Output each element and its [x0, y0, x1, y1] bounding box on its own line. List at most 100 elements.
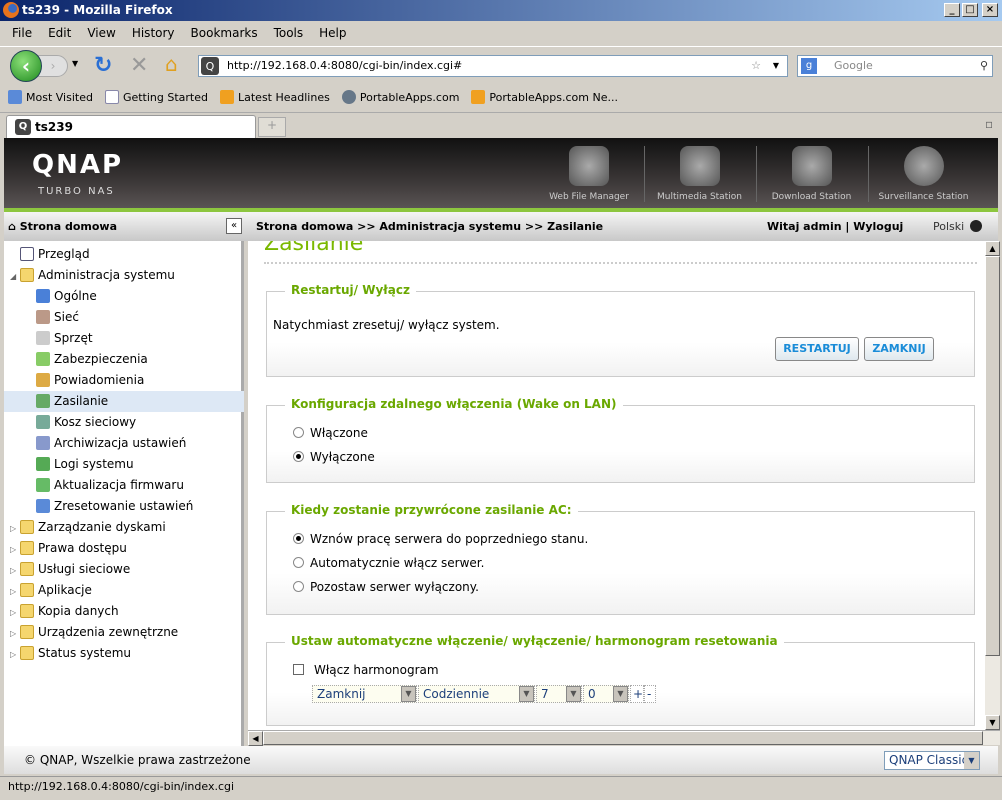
sidebar-item[interactable]: Logi systemu — [4, 454, 244, 475]
scrollbar-thumb[interactable] — [985, 256, 1000, 656]
sidebar-item[interactable]: ▷ Aplikacje — [4, 580, 244, 601]
enable-schedule-checkbox[interactable]: Włącz harmonogram — [293, 663, 439, 677]
shutdown-button[interactable]: ZAMKNIJ — [864, 337, 934, 361]
radio-button[interactable] — [293, 581, 304, 592]
sidebar-item-label: Sprzęt — [54, 331, 93, 345]
bookmark-star-icon[interactable]: ☆ — [751, 56, 761, 76]
collapsed-arrow-icon[interactable]: ▷ — [10, 602, 20, 623]
folder-icon — [20, 604, 34, 618]
language-selector[interactable]: Polski — [933, 212, 983, 241]
sidebar-item[interactable]: Kosz sieciowy — [4, 412, 244, 433]
tab-ts239[interactable]: Q ts239 — [6, 115, 256, 139]
sidebar-item[interactable]: Zasilanie — [4, 391, 244, 412]
sidebar-item[interactable]: ◢ Administracja systemu — [4, 265, 244, 286]
breadcrumb: Strona domowa >> Administracja systemu >… — [256, 220, 604, 233]
checkbox[interactable] — [293, 664, 304, 675]
google-icon[interactable]: g — [801, 58, 817, 74]
bookmark-latest-headlines[interactable]: Latest Headlines — [220, 86, 330, 110]
sidebar-item[interactable]: Sprzęt — [4, 328, 244, 349]
remove-schedule-button[interactable]: - — [644, 685, 656, 703]
sidebar-item[interactable]: ▷ Usługi sieciowe — [4, 559, 244, 580]
multimedia-station-link[interactable]: Multimedia Station — [644, 146, 754, 202]
menu-help[interactable]: Help — [311, 22, 354, 44]
radio-button[interactable] — [293, 533, 304, 544]
collapsed-arrow-icon[interactable]: ▷ — [10, 518, 20, 539]
collapse-sidebar-button[interactable]: « — [226, 218, 242, 234]
web-file-manager-link[interactable]: Web File Manager — [534, 146, 644, 202]
sidebar-item[interactable]: Powiadomienia — [4, 370, 244, 391]
ac-option-stay-off[interactable]: Pozostaw serwer wyłączony. — [293, 580, 479, 594]
radio-button[interactable] — [293, 451, 304, 462]
stop-icon[interactable]: ✕ — [130, 53, 148, 78]
collapsed-arrow-icon[interactable]: ▷ — [10, 560, 20, 581]
sidebar: Przegląd ◢ Administracja systemu Ogólne Sieć… — [4, 241, 244, 746]
reload-icon[interactable]: ↻ — [94, 53, 112, 78]
new-tab-button[interactable]: + — [258, 117, 286, 137]
schedule-action-select[interactable]: Zamknij ▼ — [312, 685, 417, 703]
bookmark-portableapps[interactable]: PortableApps.com — [341, 86, 459, 110]
home-icon[interactable]: ⌂ — [165, 52, 178, 76]
bookmark-most-visited[interactable]: Most Visited — [8, 86, 93, 110]
close-button[interactable]: × — [982, 3, 998, 17]
radio-button[interactable] — [293, 557, 304, 568]
download-station-link[interactable]: Download Station — [756, 146, 866, 202]
sidebar-item[interactable]: ▷ Urządzenia zewnętrzne — [4, 622, 244, 643]
bookmark-portableapps-news[interactable]: PortableApps.com Ne... — [471, 86, 618, 110]
menu-edit[interactable]: Edit — [40, 22, 79, 44]
scroll-left-icon[interactable]: ◀ — [248, 731, 263, 746]
horizontal-scrollbar[interactable]: ◀ — [248, 730, 1000, 746]
schedule-hour-select[interactable]: 7 ▼ — [536, 685, 582, 703]
scrollbar-thumb[interactable] — [263, 731, 983, 745]
menu-bookmarks[interactable]: Bookmarks — [183, 22, 266, 44]
search-input[interactable]: g Google ⚲ — [797, 55, 993, 77]
back-button[interactable]: ‹ — [10, 50, 42, 82]
url-dropdown-icon[interactable]: ▼ — [773, 56, 779, 76]
scroll-up-icon[interactable]: ▲ — [985, 241, 1000, 256]
expanded-arrow-icon[interactable]: ◢ — [10, 266, 20, 287]
option-label: Automatycznie włącz serwer. — [310, 556, 485, 570]
sidebar-item[interactable]: ▷ Prawa dostępu — [4, 538, 244, 559]
sidebar-item[interactable]: Aktualizacja firmwaru — [4, 475, 244, 496]
sidebar-item[interactable]: Zresetowanie ustawień — [4, 496, 244, 517]
collapsed-arrow-icon[interactable]: ▷ — [10, 581, 20, 602]
menu-tools[interactable]: Tools — [266, 22, 312, 44]
forward-button[interactable]: › — [38, 55, 68, 77]
maximize-button[interactable]: □ — [962, 3, 978, 17]
menu-file[interactable]: File — [4, 22, 40, 44]
schedule-frequency-select[interactable]: Codziennie ▼ — [418, 685, 535, 703]
add-schedule-button[interactable]: + — [630, 685, 644, 703]
collapsed-arrow-icon[interactable]: ▷ — [10, 623, 20, 644]
theme-select[interactable]: QNAP Classic ▼ — [884, 751, 980, 770]
wol-option-disabled[interactable]: Wyłączone — [293, 450, 375, 464]
radio-button[interactable] — [293, 427, 304, 438]
sidebar-item[interactable]: Archiwizacja ustawień — [4, 433, 244, 454]
sidebar-item[interactable]: Ogólne — [4, 286, 244, 307]
sidebar-header[interactable]: ⌂ Strona domowa — [4, 212, 244, 241]
restart-button[interactable]: RESTARTUJ — [775, 337, 859, 361]
menu-history[interactable]: History — [124, 22, 183, 44]
history-dropdown-icon[interactable]: ▼ — [72, 59, 78, 68]
sidebar-item[interactable]: ▷ Kopia danych — [4, 601, 244, 622]
surveillance-station-link[interactable]: Surveillance Station — [868, 146, 978, 202]
folder-icon — [20, 520, 34, 534]
search-icon[interactable]: ⚲ — [980, 56, 988, 76]
ac-option-power-on[interactable]: Automatycznie włącz serwer. — [293, 556, 484, 570]
sidebar-item[interactable]: ▷ Zarządzanie dyskami — [4, 517, 244, 538]
tab-list-icon[interactable]: ▫ — [985, 117, 993, 131]
minimize-button[interactable]: _ — [944, 3, 960, 17]
sidebar-item[interactable]: Sieć — [4, 307, 244, 328]
schedule-minute-select[interactable]: 0 ▼ — [583, 685, 629, 703]
ac-option-resume[interactable]: Wznów pracę serwera do poprzedniego stan… — [293, 532, 588, 546]
vertical-scrollbar[interactable]: ▲ ▼ — [985, 241, 1000, 730]
bookmark-getting-started[interactable]: Getting Started — [104, 86, 208, 110]
url-bar[interactable]: Q http://192.168.0.4:8080/cgi-bin/index.… — [198, 55, 788, 77]
welcome-logout[interactable]: Witaj admin | Wyloguj — [767, 212, 903, 241]
sidebar-item[interactable]: Zabezpieczenia — [4, 349, 244, 370]
collapsed-arrow-icon[interactable]: ▷ — [10, 539, 20, 560]
sidebar-item[interactable]: ▷ Status systemu — [4, 643, 244, 664]
scroll-down-icon[interactable]: ▼ — [985, 715, 1000, 730]
menu-view[interactable]: View — [79, 22, 123, 44]
collapsed-arrow-icon[interactable]: ▷ — [10, 644, 20, 665]
wol-option-enabled[interactable]: Włączone — [293, 426, 368, 440]
sidebar-item[interactable]: Przegląd — [4, 244, 244, 265]
